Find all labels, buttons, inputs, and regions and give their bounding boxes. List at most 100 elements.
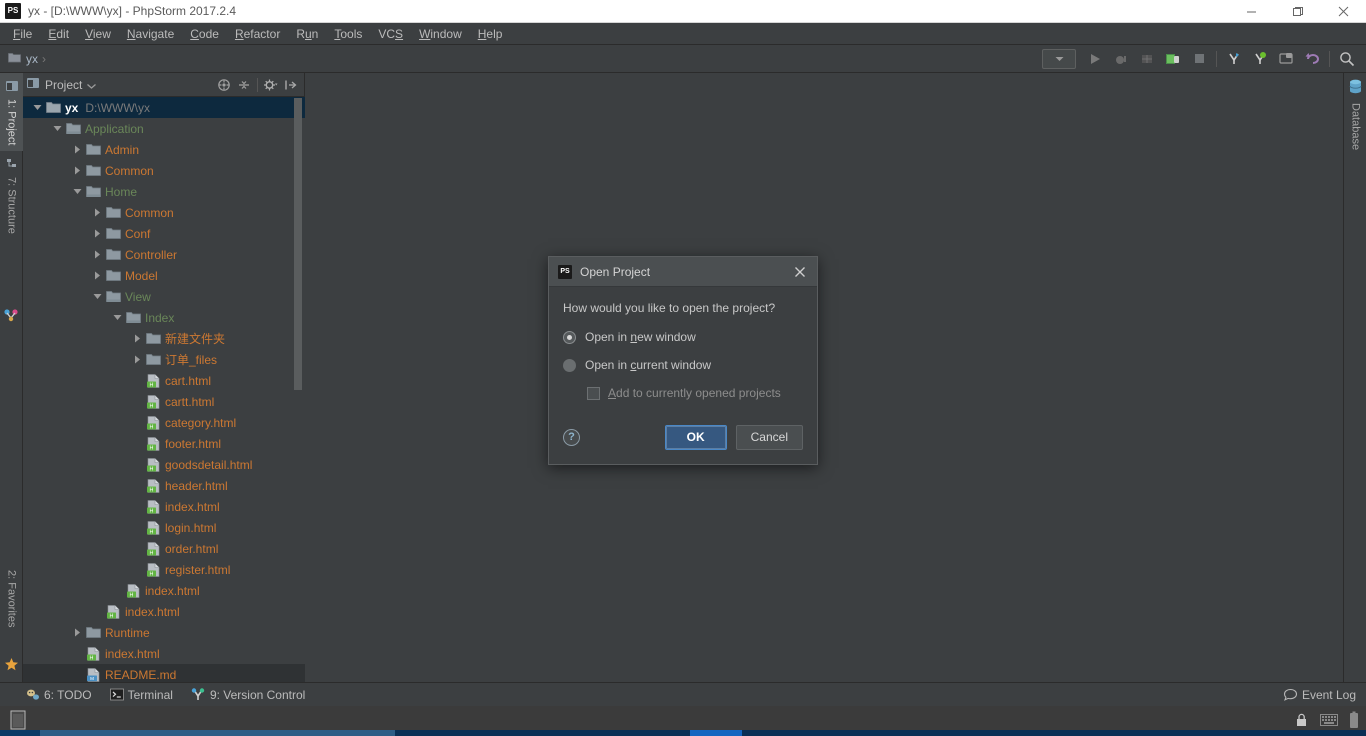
tree-node[interactable]: M README.md: [23, 664, 305, 682]
profile-icon[interactable]: [1161, 48, 1185, 70]
tree-node[interactable]: 订单_files: [23, 349, 305, 370]
menu-item-refactor[interactable]: Refactor: [227, 25, 288, 43]
tree-node[interactable]: Hindex.html: [23, 601, 305, 622]
tree-node[interactable]: Common: [23, 160, 305, 181]
lock-icon[interactable]: [1294, 712, 1310, 731]
chevron-right-icon[interactable]: [129, 352, 145, 368]
web-icon[interactable]: [3, 306, 20, 323]
chevron-down-icon[interactable]: [87, 78, 97, 92]
chevron-right-icon[interactable]: [89, 268, 105, 284]
chevron-down-icon[interactable]: [109, 310, 125, 326]
project-tree[interactable]: yx D:\WWW\yx Application Admin Common Home Com…: [23, 97, 305, 682]
status-item-event-log[interactable]: Event Log: [1283, 688, 1356, 702]
search-everywhere-icon[interactable]: [1335, 48, 1359, 70]
close-icon[interactable]: [1320, 0, 1366, 23]
tree-node[interactable]: Hcategory.html: [23, 412, 305, 433]
menu-item-tools[interactable]: Tools: [326, 25, 370, 43]
run-icon[interactable]: [1083, 48, 1107, 70]
tree-node[interactable]: Runtime: [23, 622, 305, 643]
menu-item-file[interactable]: File: [5, 25, 40, 43]
radio-open-in-current-window[interactable]: Open in current window: [563, 358, 803, 372]
breadcrumb[interactable]: yx ›: [0, 51, 46, 66]
tree-node[interactable]: Model: [23, 265, 305, 286]
radio-button-new-window[interactable]: [563, 330, 576, 344]
project-view-selector[interactable]: Project: [26, 76, 97, 93]
chevron-right-icon[interactable]: [69, 163, 85, 179]
vcs-update-icon[interactable]: [1222, 48, 1246, 70]
chevron-right-icon[interactable]: [89, 226, 105, 242]
tree-node[interactable]: Controller: [23, 244, 305, 265]
menu-item-help[interactable]: Help: [470, 25, 511, 43]
tree-node[interactable]: Application: [23, 118, 305, 139]
chevron-down-icon[interactable]: [29, 100, 45, 116]
chevron-right-icon[interactable]: [129, 331, 145, 347]
sidebar-item-database[interactable]: Database: [1344, 99, 1366, 169]
sidebar-item-project[interactable]: 1: Project: [0, 73, 23, 151]
help-button[interactable]: ?: [563, 428, 580, 446]
chevron-right-icon[interactable]: [89, 247, 105, 263]
settings-icon[interactable]: [1274, 48, 1298, 70]
tree-node[interactable]: View: [23, 286, 305, 307]
tree-node[interactable]: Hindex.html: [23, 643, 305, 664]
chevron-right-icon[interactable]: [89, 205, 105, 221]
tree-node[interactable]: Hheader.html: [23, 475, 305, 496]
status-item-version-control[interactable]: 9: Version Control: [191, 688, 305, 702]
chevron-down-icon[interactable]: [49, 121, 65, 137]
chevron-down-icon[interactable]: [69, 184, 85, 200]
settings-gear-icon[interactable]: [261, 75, 281, 95]
cancel-button[interactable]: Cancel: [735, 424, 803, 450]
tree-no-toggle: [69, 646, 85, 662]
checkbox-add-to-currently-opened-projects[interactable]: Add to currently opened projects: [587, 386, 803, 400]
maximize-icon[interactable]: [1274, 0, 1320, 23]
tree-node-label: register.html: [165, 562, 231, 577]
undo-icon[interactable]: [1300, 48, 1324, 70]
stop-icon[interactable]: [1187, 48, 1211, 70]
chevron-right-icon[interactable]: [69, 625, 85, 641]
menu-item-view[interactable]: View: [77, 25, 119, 43]
tree-node[interactable]: Admin: [23, 139, 305, 160]
hide-icon[interactable]: [281, 75, 301, 95]
radio-open-in-new-window[interactable]: Open in new window: [563, 330, 803, 344]
tree-node[interactable]: 新建文件夹: [23, 328, 305, 349]
tree-node[interactable]: Conf: [23, 223, 305, 244]
tree-node[interactable]: Hgoodsdetail.html: [23, 454, 305, 475]
menu-item-navigate[interactable]: Navigate: [119, 25, 182, 43]
tree-node[interactable]: Hregister.html: [23, 559, 305, 580]
ok-button[interactable]: OK: [664, 424, 727, 450]
collapse-all-icon[interactable]: [234, 75, 254, 95]
tree-node[interactable]: Hindex.html: [23, 580, 305, 601]
tree-node[interactable]: Index: [23, 307, 305, 328]
vcs-commit-icon[interactable]: [1248, 48, 1272, 70]
project-tree-scrollbar[interactable]: [294, 98, 302, 390]
tree-node[interactable]: Hcartt.html: [23, 391, 305, 412]
expand-all-icon[interactable]: [214, 75, 234, 95]
status-item-terminal[interactable]: Terminal: [109, 688, 173, 702]
menu-item-edit[interactable]: Edit: [40, 25, 77, 43]
menu-item-window[interactable]: Window: [411, 25, 470, 43]
tree-node[interactable]: Horder.html: [23, 538, 305, 559]
menu-item-run[interactable]: Run: [288, 25, 326, 43]
tree-node[interactable]: yx D:\WWW\yx: [23, 97, 305, 118]
coverage-icon[interactable]: [1135, 48, 1159, 70]
tree-node[interactable]: Common: [23, 202, 305, 223]
battery-icon[interactable]: [1348, 711, 1360, 732]
keyboard-icon[interactable]: [1320, 713, 1338, 730]
tree-node[interactable]: Hfooter.html: [23, 433, 305, 454]
debug-icon[interactable]: [1109, 48, 1133, 70]
chevron-down-icon[interactable]: [89, 289, 105, 305]
run-configurations-dropdown[interactable]: [1042, 48, 1076, 69]
menu-item-code[interactable]: Code: [182, 25, 227, 43]
sidebar-item-favorites[interactable]: 2: Favorites: [0, 566, 23, 650]
status-item-todo[interactable]: 6: TODO: [26, 688, 92, 702]
radio-button-current-window[interactable]: [563, 358, 576, 372]
tree-node[interactable]: Hlogin.html: [23, 517, 305, 538]
tree-node[interactable]: Hindex.html: [23, 496, 305, 517]
checkbox-input[interactable]: [587, 386, 600, 400]
sidebar-item-structure[interactable]: 7: Structure: [0, 153, 23, 249]
tree-node[interactable]: Hcart.html: [23, 370, 305, 391]
tree-node[interactable]: Home: [23, 181, 305, 202]
chevron-right-icon[interactable]: [69, 142, 85, 158]
close-icon[interactable]: [789, 261, 811, 283]
menu-item-vcs[interactable]: VCS: [370, 25, 411, 43]
minimize-icon[interactable]: [1228, 0, 1274, 23]
